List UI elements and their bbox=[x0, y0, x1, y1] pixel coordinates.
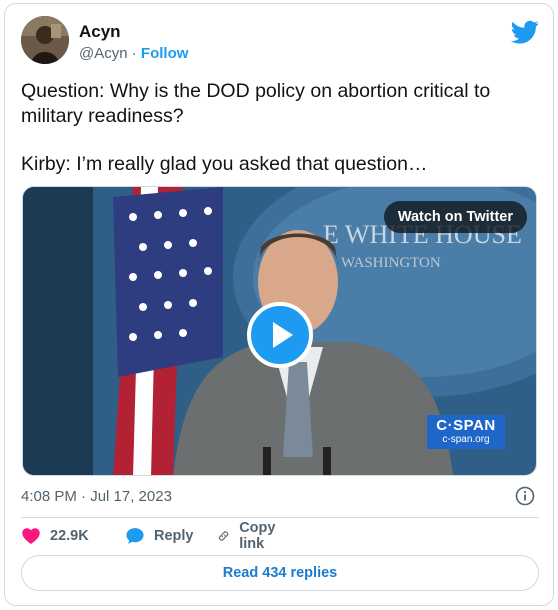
reply-label: Reply bbox=[154, 528, 194, 544]
play-button[interactable] bbox=[247, 302, 313, 368]
tweet-card: Acyn @Acyn · Follow Question: Why is the… bbox=[4, 3, 554, 606]
read-replies-button[interactable]: Read 434 replies bbox=[21, 555, 539, 591]
reply-button[interactable]: Reply bbox=[125, 524, 194, 548]
divider bbox=[21, 517, 539, 518]
copy-link-button[interactable]: Copy link bbox=[217, 520, 282, 552]
like-count: 22.9K bbox=[50, 528, 89, 544]
link-icon bbox=[219, 531, 229, 541]
cspan-url: c-span.org bbox=[442, 434, 490, 445]
like-button[interactable]: 22.9K bbox=[21, 524, 89, 548]
avatar[interactable] bbox=[21, 16, 69, 64]
reply-bubble-icon bbox=[126, 528, 144, 544]
video-thumbnail[interactable]: E WHITE HOUSE WASHINGTON Watch on Twitte… bbox=[22, 186, 537, 476]
tweet-text-line-3: Kirby: I’m really glad you asked that qu… bbox=[21, 153, 428, 175]
twitter-bird-icon[interactable] bbox=[511, 18, 539, 46]
tweet-text-line-2: military readiness? bbox=[21, 105, 184, 127]
play-icon bbox=[273, 322, 293, 348]
tweet-text-line-1: Question: Why is the DOD policy on abort… bbox=[21, 80, 491, 102]
backdrop-text-2: WASHINGTON bbox=[341, 255, 441, 271]
tweet-timestamp[interactable]: 4:08 PM · Jul 17, 2023 bbox=[21, 488, 172, 505]
watch-on-twitter-button[interactable]: Watch on Twitter bbox=[383, 201, 527, 233]
author-handle[interactable]: @Acyn bbox=[79, 45, 128, 62]
follow-button[interactable]: Follow bbox=[141, 45, 189, 62]
cspan-logo: C·SPAN c-span.org bbox=[427, 415, 505, 449]
separator: · bbox=[131, 45, 137, 62]
copy-link-label: Copy link bbox=[239, 520, 276, 552]
info-icon[interactable] bbox=[515, 486, 535, 506]
author-name[interactable]: Acyn bbox=[79, 22, 121, 42]
author-handle-row: @Acyn · Follow bbox=[79, 45, 188, 62]
heart-icon bbox=[22, 528, 40, 544]
cspan-logo-text: C·SPAN bbox=[436, 417, 496, 434]
